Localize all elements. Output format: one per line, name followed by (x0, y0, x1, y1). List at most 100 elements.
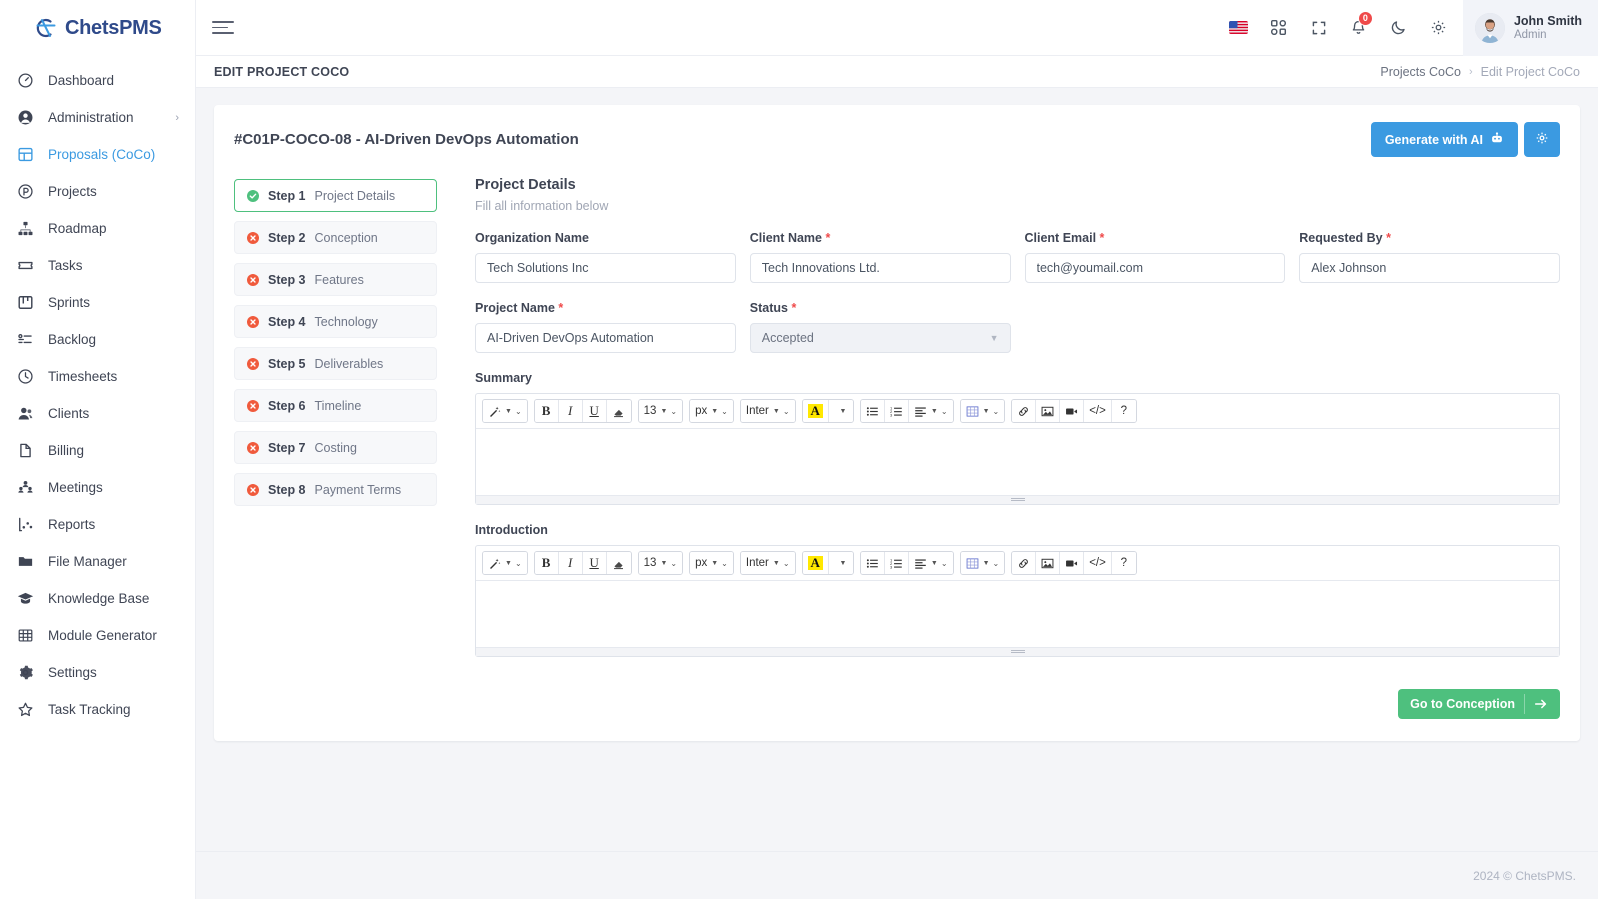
underline-button[interactable]: U (582, 400, 607, 422)
font-unit-select[interactable]: px ▼ ⌄ (690, 400, 733, 422)
magic-wand-button[interactable]: ▼ ⌄ (483, 552, 527, 574)
text-color-button[interactable]: A (802, 552, 829, 574)
user-menu[interactable]: John Smith Admin (1462, 0, 1598, 56)
dark-mode-moon-icon[interactable] (1379, 0, 1419, 56)
video-button[interactable] (1060, 400, 1085, 422)
go-to-conception-button[interactable]: Go to Conception (1398, 689, 1560, 719)
card-settings-button[interactable] (1524, 122, 1560, 157)
sidebar-item-clients[interactable]: Clients (0, 395, 195, 432)
sidebar-item-module-generator[interactable]: Module Generator (0, 617, 195, 654)
summary-editor-resize-handle[interactable] (476, 495, 1559, 504)
help-button[interactable]: ? (1111, 552, 1136, 574)
introduction-editor-body[interactable] (476, 581, 1559, 647)
fullscreen-icon[interactable] (1299, 0, 1339, 56)
apps-grid-icon[interactable] (1259, 0, 1299, 56)
text-color-dropdown-button[interactable]: ▼ (828, 400, 853, 422)
ordered-list-button[interactable]: 123 (884, 552, 909, 574)
clear-format-eraser-button[interactable] (606, 552, 631, 574)
magic-wand-button[interactable]: ▼ ⌄ (483, 400, 527, 422)
sidebar-item-tasks[interactable]: Tasks (0, 247, 195, 284)
sidebar-item-settings[interactable]: Settings (0, 654, 195, 691)
requested-by-input[interactable] (1299, 253, 1560, 283)
step-item-6[interactable]: Step 6 Timeline (234, 389, 437, 422)
italic-button[interactable]: I (558, 400, 583, 422)
link-button[interactable] (1012, 552, 1037, 574)
text-color-dropdown-button[interactable]: ▼ (828, 552, 853, 574)
brand-logo[interactable]: ChetsPMS (0, 0, 195, 56)
step-item-3[interactable]: Step 3 Features (234, 263, 437, 296)
footer-copyright: 2024 © ChetsPMS. (1473, 868, 1576, 883)
sidebar-item-roadmap[interactable]: Roadmap (0, 210, 195, 247)
user-circle-icon (16, 109, 34, 127)
hierarchy-icon (16, 220, 34, 238)
step-item-5[interactable]: Step 5 Deliverables (234, 347, 437, 380)
bold-button[interactable]: B (534, 400, 559, 422)
breadcrumb-parent[interactable]: Projects CoCo (1380, 65, 1461, 79)
bold-button[interactable]: B (534, 552, 559, 574)
summary-editor-body[interactable] (476, 429, 1559, 495)
bullet-list-button[interactable] (860, 552, 885, 574)
hamburger-icon[interactable] (212, 20, 234, 36)
clear-format-eraser-button[interactable] (606, 400, 631, 422)
topbar-icons: 0 John Smith Admin (1219, 0, 1598, 56)
font-family-select[interactable]: Inter ▼ ⌄ (740, 552, 795, 574)
font-size-value: 13 (643, 557, 657, 569)
sidebar-item-task-tracking[interactable]: Task Tracking (0, 691, 195, 728)
help-button[interactable]: ? (1111, 400, 1136, 422)
organization-name-input[interactable] (475, 253, 736, 283)
sidebar-item-label: Task Tracking (48, 702, 131, 717)
font-size-select[interactable]: 13 ▼ ⌄ (638, 400, 683, 422)
sidebar-item-sprints[interactable]: Sprints (0, 284, 195, 321)
editor-toolbar-group: ▼ ⌄ (482, 551, 528, 575)
step-item-2[interactable]: Step 2 Conception (234, 221, 437, 254)
link-button[interactable] (1012, 400, 1037, 422)
sidebar-item-backlog[interactable]: Backlog (0, 321, 195, 358)
notifications-bell-icon[interactable]: 0 (1339, 0, 1379, 56)
introduction-editor-resize-handle[interactable] (476, 647, 1559, 656)
project-name-input[interactable] (475, 323, 736, 353)
generate-with-ai-button[interactable]: Generate with AI (1370, 122, 1518, 157)
text-color-button[interactable]: A (802, 400, 829, 422)
font-family-select[interactable]: Inter ▼ ⌄ (740, 400, 795, 422)
sidebar-item-proposals-coco[interactable]: Proposals (CoCo) (0, 136, 195, 173)
client-email-input[interactable] (1024, 253, 1286, 283)
table-button[interactable]: ▼ ⌄ (960, 552, 1005, 574)
step-item-1[interactable]: Step 1 Project Details (234, 179, 437, 212)
language-flag-icon[interactable] (1219, 0, 1259, 56)
client-name-input[interactable] (749, 253, 1011, 283)
sidebar-item-knowledge-base[interactable]: Knowledge Base (0, 580, 195, 617)
step-item-8[interactable]: Step 8 Payment Terms (234, 473, 437, 506)
image-button[interactable] (1036, 400, 1061, 422)
align-button[interactable]: ▼ ⌄ (908, 400, 953, 422)
image-button[interactable] (1036, 552, 1061, 574)
bullet-list-button[interactable] (860, 400, 885, 422)
ordered-list-button[interactable]: 123 (884, 400, 909, 422)
video-button[interactable] (1060, 552, 1085, 574)
table-button[interactable]: ▼ ⌄ (960, 400, 1005, 422)
sidebar-item-timesheets[interactable]: Timesheets (0, 358, 195, 395)
main-area: 0 John Smith Admin EDIT PROJECT COCO Pro… (196, 0, 1598, 899)
editor-toolbar-group: </>? (1011, 399, 1137, 423)
sidebar-item-dashboard[interactable]: Dashboard (0, 62, 195, 99)
code-view-button[interactable]: </> (1084, 552, 1112, 574)
sidebar-item-projects[interactable]: Projects (0, 173, 195, 210)
underline-button[interactable]: U (582, 552, 607, 574)
sidebar-item-administration[interactable]: Administration › (0, 99, 195, 136)
step-item-4[interactable]: Step 4 Technology (234, 305, 437, 338)
step-item-7[interactable]: Step 7 Costing (234, 431, 437, 464)
italic-button[interactable]: I (558, 552, 583, 574)
sidebar-item-label: Knowledge Base (48, 591, 150, 606)
sidebar-item-billing[interactable]: Billing (0, 432, 195, 469)
sidebar-item-meetings[interactable]: Meetings (0, 469, 195, 506)
code-view-button[interactable]: </> (1084, 400, 1112, 422)
settings-gear-icon[interactable] (1419, 0, 1459, 56)
editor-toolbar-group: ▼ ⌄ (482, 399, 528, 423)
list-check-icon (16, 331, 34, 349)
align-button[interactable]: ▼ ⌄ (908, 552, 953, 574)
editor-toolbar-group: BIU (533, 551, 632, 575)
sidebar-item-file-manager[interactable]: File Manager (0, 543, 195, 580)
font-unit-select[interactable]: px ▼ ⌄ (690, 552, 733, 574)
status-select[interactable]: Accepted ▼ (749, 323, 1011, 353)
sidebar-item-reports[interactable]: Reports (0, 506, 195, 543)
font-size-select[interactable]: 13 ▼ ⌄ (638, 552, 683, 574)
